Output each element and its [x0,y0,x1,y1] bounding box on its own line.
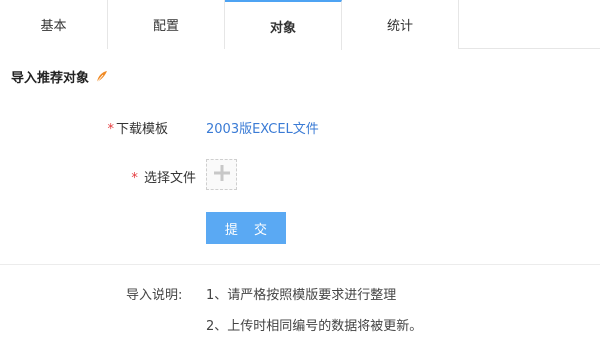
section-title: 导入推荐对象 [11,71,90,86]
section-header: 导入推荐对象 [11,67,109,86]
file-upload-button[interactable] [206,159,237,190]
divider [0,264,600,265]
feather-icon [95,70,109,84]
tab-statistics[interactable]: 统计 [342,0,459,49]
template-label: * 下载模板 [78,118,168,137]
import-note-item: 2、上传时相同编号的数据将被更新。 [206,319,423,334]
download-template-link[interactable]: 2003版EXCEL文件 [206,118,319,137]
plus-icon [212,163,232,187]
tab-bar: 基本 配置 对象 统计 [0,0,600,50]
file-label-text: 选择文件 [139,171,196,186]
import-note-item: 1、请严格按照模版要求进行整理 [206,288,397,303]
import-notes-label: 导入说明: [126,288,183,303]
tab-objects[interactable]: 对象 [225,0,342,50]
required-mark: * [107,122,114,137]
required-mark: * [131,171,138,186]
file-label: * 选择文件 [106,167,196,186]
submit-button[interactable]: 提 交 [206,212,286,244]
template-label-text: 下载模板 [115,122,168,137]
tab-basic[interactable]: 基本 [0,0,108,49]
tab-config[interactable]: 配置 [108,0,225,49]
